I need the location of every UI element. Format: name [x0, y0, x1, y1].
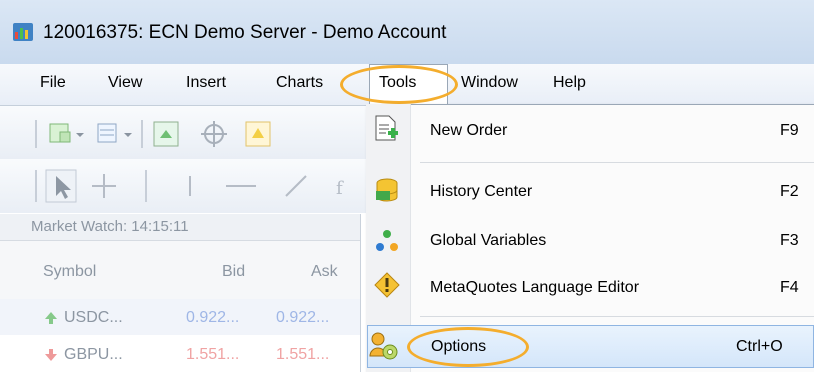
column-bid[interactable]: Bid — [222, 263, 245, 281]
chevron-down-icon[interactable] — [76, 133, 84, 137]
menu-item-label: Global Variables — [430, 232, 547, 249]
ask-cell: 1.551... — [276, 346, 330, 363]
app-icon — [13, 23, 33, 41]
menu-item-label: History Center — [430, 183, 533, 200]
new-order-icon — [375, 115, 398, 141]
table-row[interactable]: USDC... 0.922... 0.922... — [0, 299, 360, 335]
menu-item-shortcut: F9 — [780, 122, 799, 139]
history-center-icon — [376, 178, 398, 202]
market-watch-header: Symbol Bid Ask — [0, 241, 360, 300]
metaeditor-icon — [374, 272, 400, 298]
menu-item-global-variables[interactable]: Global Variables F3 — [367, 221, 814, 261]
standard-toolbar-icons — [35, 120, 271, 148]
menu-separator — [420, 316, 814, 317]
cursor-icon[interactable] — [45, 169, 77, 203]
menu-item-shortcut: F2 — [780, 183, 799, 200]
menu-item-label: New Order — [430, 122, 508, 139]
menu-item-history-center[interactable]: History Center F2 — [367, 172, 814, 212]
column-symbol[interactable]: Symbol — [43, 263, 96, 281]
chevron-down-icon[interactable] — [124, 133, 132, 137]
arrow-up-icon — [44, 311, 58, 330]
navigator-icon[interactable] — [245, 121, 271, 147]
menu-item-shortcut: F3 — [780, 232, 799, 249]
menu-view[interactable]: View — [108, 74, 142, 92]
menu-separator — [420, 162, 814, 163]
menu-item-label: MetaQuotes Language Editor — [430, 279, 640, 296]
menu-item-metaquotes-language-editor[interactable]: MetaQuotes Language Editor F4 — [367, 266, 814, 308]
market-watch-title: Market Watch: 14:15:11 — [31, 218, 189, 235]
column-ask[interactable]: Ask — [311, 263, 338, 281]
menu-item-new-order[interactable]: New Order F9 — [367, 110, 814, 154]
menu-window[interactable]: Window — [461, 74, 518, 92]
menu-help[interactable]: Help — [553, 74, 586, 92]
options-icon — [369, 332, 398, 360]
menu-item-shortcut: F4 — [780, 279, 799, 296]
fibonacci-icon[interactable]: f — [336, 178, 344, 199]
menu-item-shortcut: Ctrl+O — [736, 338, 783, 355]
menu-file[interactable]: File — [40, 74, 66, 92]
crosshair-icon[interactable] — [201, 121, 227, 147]
symbol-cell: USDC... — [64, 309, 123, 326]
bid-cell: 0.922... — [186, 309, 240, 326]
options-highlight-oval — [407, 327, 529, 367]
market-watch-icon[interactable] — [153, 121, 179, 147]
line-studies-toolbar-icons: f — [35, 169, 344, 203]
tools-highlight-oval — [340, 65, 458, 104]
bid-cell: 1.551... — [186, 346, 240, 363]
application-window: 120016375: ECN Demo Server - Demo Accoun… — [0, 0, 814, 372]
crosshair-tool-icon[interactable] — [92, 174, 116, 198]
arrow-down-icon — [44, 348, 58, 367]
symbol-cell: GBPU... — [64, 346, 123, 363]
new-chart-icon[interactable] — [49, 123, 71, 143]
market-watch-title-bar: Market Watch: 14:15:11 — [0, 214, 360, 241]
trendline-icon[interactable] — [285, 175, 307, 197]
profiles-icon[interactable] — [97, 123, 117, 143]
menu-charts[interactable]: Charts — [276, 74, 323, 92]
global-variables-icon — [376, 230, 398, 251]
table-row[interactable]: GBPU... 1.551... 1.551... — [0, 336, 360, 372]
ask-cell: 0.922... — [276, 309, 330, 326]
menu-insert[interactable]: Insert — [186, 74, 226, 92]
window-title: 120016375: ECN Demo Server - Demo Accoun… — [43, 22, 447, 43]
